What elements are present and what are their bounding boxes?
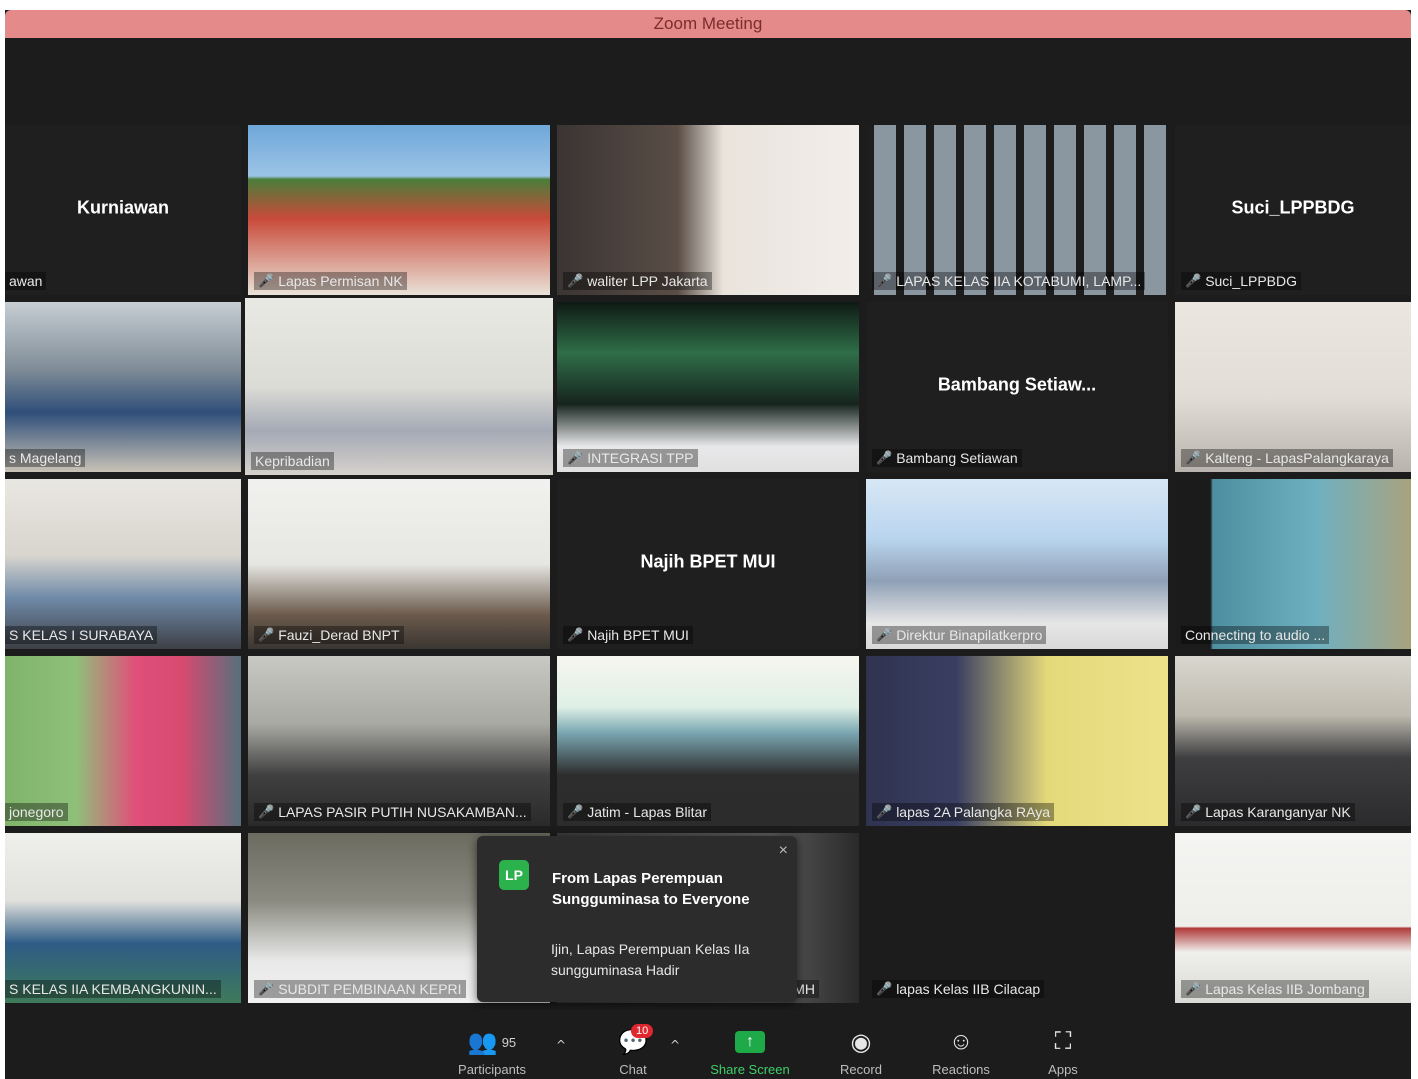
window-title: Zoom Meeting: [5, 10, 1411, 38]
mic-muted-icon: 🎤: [258, 981, 275, 996]
mic-muted-icon: 🎤: [1185, 981, 1202, 996]
tile-name-label: Connecting to audio ...: [1181, 626, 1330, 644]
mic-muted-icon: 🎤: [258, 273, 275, 288]
video-tile[interactable]: 🎤 Direktur Binapilatkerpro: [866, 479, 1168, 649]
video-tile[interactable]: Connecting to audio ...: [1175, 479, 1411, 649]
tile-name-label: S KELAS IIA KEMBANGKUNIN...: [5, 980, 221, 998]
video-tile[interactable]: 🎤 LAPAS KELAS IIA KOTABUMI, LAMP...: [866, 125, 1168, 295]
mic-muted-icon: 🎤: [567, 450, 584, 465]
video-tile[interactable]: Kurniawan awan: [5, 125, 241, 295]
participants-count: 95: [501, 1034, 517, 1050]
video-tile[interactable]: 🎤 INTEGRASI TPP: [557, 302, 859, 472]
tile-center-name: Bambang Setiaw...: [937, 374, 1097, 395]
tile-name-label: 🎤 Bambang Setiawan: [872, 449, 1022, 467]
tile-center-name: Najih BPET MUI: [640, 551, 776, 572]
mic-muted-icon: 🎤: [876, 450, 893, 465]
tile-name-label: 🎤 lapas 2A Palangka RAya: [872, 803, 1055, 821]
chevron-up-icon[interactable]: ^: [670, 1038, 680, 1052]
mic-muted-icon: 🎤: [567, 804, 584, 819]
mic-muted-icon: 🎤: [567, 627, 584, 642]
chat-message-text: Ijin, Lapas Perempuan Kelas IIa sunggumi…: [551, 941, 750, 978]
video-tile[interactable]: 🎤 Fauzi_Derad BNPT: [248, 479, 550, 649]
video-tile[interactable]: jonegoro: [5, 656, 241, 826]
video-tile[interactable]: 🎤 Jatim - Lapas Blitar: [557, 656, 859, 826]
mic-muted-icon: 🎤: [258, 627, 275, 642]
tile-name-label: 🎤 lapas Kelas IIB Cilacap: [872, 980, 1045, 998]
tile-name-label: 🎤 INTEGRASI TPP: [563, 449, 698, 467]
mic-muted-icon: 🎤: [258, 804, 275, 819]
chat-notification-popup[interactable]: LP From Lapas Perempuan Sungguminasa to …: [477, 836, 797, 1002]
video-tile[interactable]: 🎤 Lapas Permisan NK: [248, 125, 550, 295]
apps-button[interactable]: ⛶ Apps: [1040, 1028, 1086, 1077]
video-tile[interactable]: 🎤 lapas 2A Palangka RAya: [866, 656, 1168, 826]
tile-center-name: Kurniawan: [76, 197, 169, 218]
mic-muted-icon: 🎤: [876, 627, 893, 642]
tile-name-label: 🎤 LAPAS PASIR PUTIH NUSAKAMBAN...: [254, 803, 531, 821]
tile-name-label: 🎤 Fauzi_Derad BNPT: [254, 626, 404, 644]
video-tile[interactable]: 🎤 Lapas Kelas IIB Jombang: [1175, 833, 1411, 1003]
participants-button[interactable]: 👥 95 Participants: [452, 1028, 532, 1078]
video-tile[interactable]: Bambang Setiaw... 🎤 Bambang Setiawan: [866, 302, 1168, 472]
participants-label: Participants: [458, 1062, 526, 1077]
video-tile[interactable]: Suci_LPPBDG 🎤 Suci_LPPBDG: [1175, 125, 1411, 295]
chat-label: Chat: [619, 1062, 647, 1077]
mic-muted-icon: 🎤: [876, 981, 893, 996]
record-button[interactable]: ◉ Record: [831, 1028, 891, 1078]
chat-icon: 💬 10: [605, 1024, 661, 1056]
tile-name-label: 🎤 waliter LPP Jakarta: [563, 272, 712, 290]
tile-name-label: 🎤 Direktur Binapilatkerpro: [872, 626, 1047, 644]
tile-name-label: 🎤 Lapas Kelas IIB Jombang: [1181, 980, 1369, 998]
apps-label: Apps: [1048, 1062, 1078, 1077]
mic-muted-icon: 🎤: [876, 804, 893, 819]
chat-sender-line: From Lapas Perempuan Sungguminasa to Eve…: [552, 870, 750, 908]
reactions-label: Reactions: [932, 1062, 990, 1077]
tile-name-label: 🎤 LAPAS KELAS IIA KOTABUMI, LAMP...: [872, 272, 1146, 290]
tile-name-label: 🎤 SUBDIT PEMBINAAN KEPRI: [254, 980, 466, 998]
participants-icon: 👥 95: [467, 1028, 517, 1056]
tile-name-label: 🎤 Suci_LPPBDG: [1181, 272, 1302, 290]
mic-muted-icon: 🎤: [1185, 804, 1202, 819]
mic-muted-icon: 🎤: [567, 273, 584, 288]
tile-center-name: Suci_LPPBDG: [1231, 197, 1355, 218]
tile-name-label: s Magelang: [5, 449, 86, 467]
video-tile[interactable]: 🎤 lapas Kelas IIB Cilacap: [866, 833, 1168, 1003]
video-tile[interactable]: Najih BPET MUI 🎤 Najih BPET MUI: [557, 479, 859, 649]
tile-name-label: 🎤 Jatim - Lapas Blitar: [563, 803, 712, 821]
video-tile[interactable]: S KELAS IIA KEMBANGKUNIN...: [5, 833, 241, 1003]
video-tile[interactable]: 🎤 Kalteng - LapasPalangkaraya: [1175, 302, 1411, 472]
tile-name-label: Kepribadian: [251, 452, 334, 470]
mic-muted-icon: 🎤: [876, 273, 893, 288]
video-tile[interactable]: 🎤 waliter LPP Jakarta: [557, 125, 859, 295]
reactions-button[interactable]: ☺ Reactions: [926, 1028, 996, 1077]
tile-name-label: 🎤 Kalteng - LapasPalangkaraya: [1181, 449, 1393, 467]
tile-name-label: S KELAS I SURABAYA: [5, 626, 158, 644]
chevron-up-icon[interactable]: ^: [556, 1038, 566, 1052]
zoom-window: Zoom Meeting Kurniawan awan 🎤 Lapas Permi…: [5, 10, 1411, 1079]
chat-button[interactable]: 💬 10 Chat: [605, 1024, 661, 1077]
close-icon[interactable]: ×: [779, 842, 788, 860]
tile-name-label: jonegoro: [5, 803, 68, 821]
record-label: Record: [840, 1062, 882, 1077]
reactions-icon: ☺: [948, 1028, 974, 1055]
sender-avatar: LP: [499, 860, 529, 890]
video-tile[interactable]: s Magelang: [5, 302, 241, 472]
tile-name-label: 🎤 Najih BPET MUI: [563, 626, 693, 644]
mic-muted-icon: 🎤: [1185, 273, 1202, 288]
chat-unread-badge: 10: [631, 1024, 654, 1038]
meeting-toolbar: 👥 95 Participants ^ 💬 10 Chat ^ ↑ Share Sc…: [5, 1010, 1411, 1079]
apps-icon: ⛶: [1054, 1028, 1072, 1055]
share-screen-button[interactable]: ↑ Share Screen: [705, 1028, 795, 1077]
video-tile[interactable]: 🎤 LAPAS PASIR PUTIH NUSAKAMBAN...: [248, 656, 550, 826]
tile-name-label: 🎤 Lapas Karanganyar NK: [1181, 803, 1355, 821]
video-tile[interactable]: 🎤 Lapas Karanganyar NK: [1175, 656, 1411, 826]
share-screen-label: Share Screen: [710, 1062, 790, 1077]
video-tile-active-speaker[interactable]: Kepribadian: [245, 298, 553, 475]
video-tile[interactable]: S KELAS I SURABAYA: [5, 479, 241, 649]
tile-name-label: 🎤 Lapas Permisan NK: [254, 272, 407, 290]
share-screen-icon: ↑: [705, 1028, 795, 1056]
mic-muted-icon: 🎤: [1185, 450, 1202, 465]
record-icon: ◉: [850, 1028, 872, 1056]
tile-name-label: awan: [5, 272, 47, 290]
